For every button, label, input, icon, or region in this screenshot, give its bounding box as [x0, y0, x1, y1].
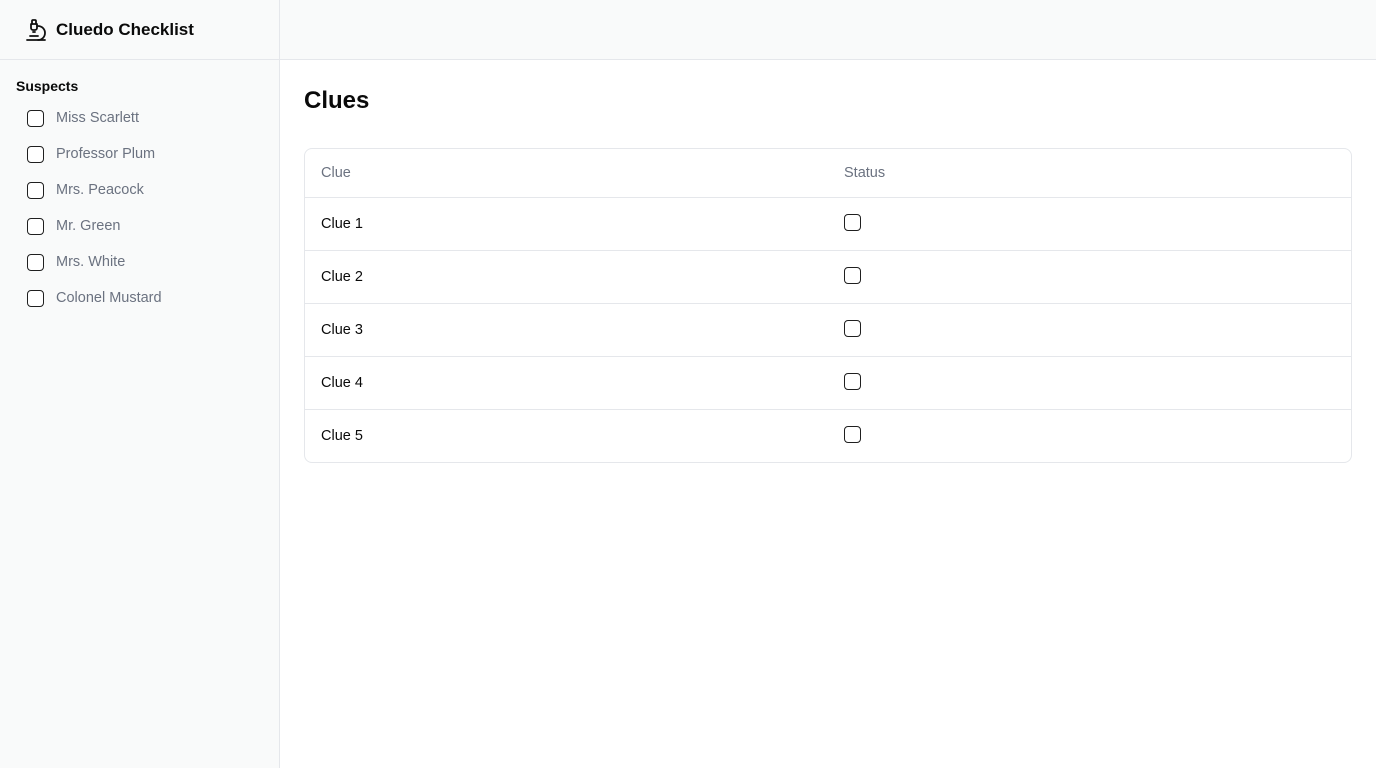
suspect-item[interactable]: Mrs. Peacock [27, 172, 279, 208]
app: Cluedo Checklist Suspects Miss Scarlett … [0, 0, 1376, 768]
status-cell [828, 197, 1351, 251]
top-bar [280, 0, 1376, 60]
app-title: Cluedo Checklist [56, 19, 194, 39]
suspect-label[interactable]: Colonel Mustard [56, 290, 162, 306]
suspect-checkbox[interactable] [27, 109, 44, 127]
suspect-label[interactable]: Mrs. Peacock [56, 182, 144, 198]
suspect-checkbox[interactable] [27, 145, 44, 163]
clue-status-checkbox[interactable] [844, 320, 861, 337]
column-header-status: Status [828, 149, 1351, 198]
suspect-label[interactable]: Miss Scarlett [56, 110, 139, 126]
suspect-item[interactable]: Professor Plum [27, 136, 279, 172]
clues-table: Clue Status Clue 1 Clue 2 Clue 3 Clue 4 … [305, 149, 1351, 462]
clue-status-checkbox[interactable] [844, 426, 861, 444]
column-header-clue: Clue [305, 149, 828, 198]
clue-name: Clue 2 [305, 250, 828, 304]
suspect-checkbox[interactable] [27, 253, 44, 271]
clue-name: Clue 1 [305, 197, 828, 251]
clue-name: Clue 3 [305, 303, 828, 357]
suspect-checkbox[interactable] [27, 289, 44, 307]
table-row: Clue 4 [305, 356, 1351, 410]
suspect-item[interactable]: Mrs. White [27, 244, 279, 280]
suspect-item[interactable]: Colonel Mustard [27, 280, 279, 316]
clue-status-checkbox[interactable] [844, 267, 861, 284]
suspects-heading: Suspects [16, 78, 79, 94]
suspect-checkbox[interactable] [27, 181, 44, 199]
table-row: Clue 1 [305, 197, 1351, 251]
status-cell [828, 250, 1351, 304]
sidebar: Cluedo Checklist Suspects Miss Scarlett … [0, 0, 280, 768]
main-content: Clues Clue Status Clue 1 Clue 2 Clue 3 C… [304, 60, 1352, 463]
clue-name: Clue 5 [321, 427, 363, 444]
suspect-item[interactable]: Mr. Green [27, 208, 279, 244]
table-header-row: Clue Status [305, 149, 1351, 198]
table-row: Clue 5 [305, 409, 1351, 462]
suspect-item[interactable]: Miss Scarlett [27, 100, 279, 136]
suspect-checkbox[interactable] [27, 217, 44, 235]
clue-name: Clue 4 [305, 356, 828, 410]
microscope-icon [24, 18, 48, 42]
clues-table-card: Clue Status Clue 1 Clue 2 Clue 3 Clue 4 … [304, 148, 1352, 463]
status-cell [828, 303, 1351, 357]
suspect-label[interactable]: Mrs. White [56, 254, 125, 270]
table-row: Clue 2 [305, 250, 1351, 304]
clue-status-checkbox[interactable] [844, 373, 861, 390]
brand: Cluedo Checklist [0, 0, 279, 60]
suspect-list: Miss Scarlett Professor Plum Mrs. Peacoc… [0, 100, 279, 316]
suspect-label[interactable]: Mr. Green [56, 218, 120, 234]
status-cell [828, 356, 1351, 410]
clue-status-checkbox[interactable] [844, 214, 861, 231]
suspect-label[interactable]: Professor Plum [56, 146, 155, 162]
table-row: Clue 3 [305, 303, 1351, 357]
status-cell [828, 409, 1351, 462]
page-title: Clues [304, 87, 370, 114]
